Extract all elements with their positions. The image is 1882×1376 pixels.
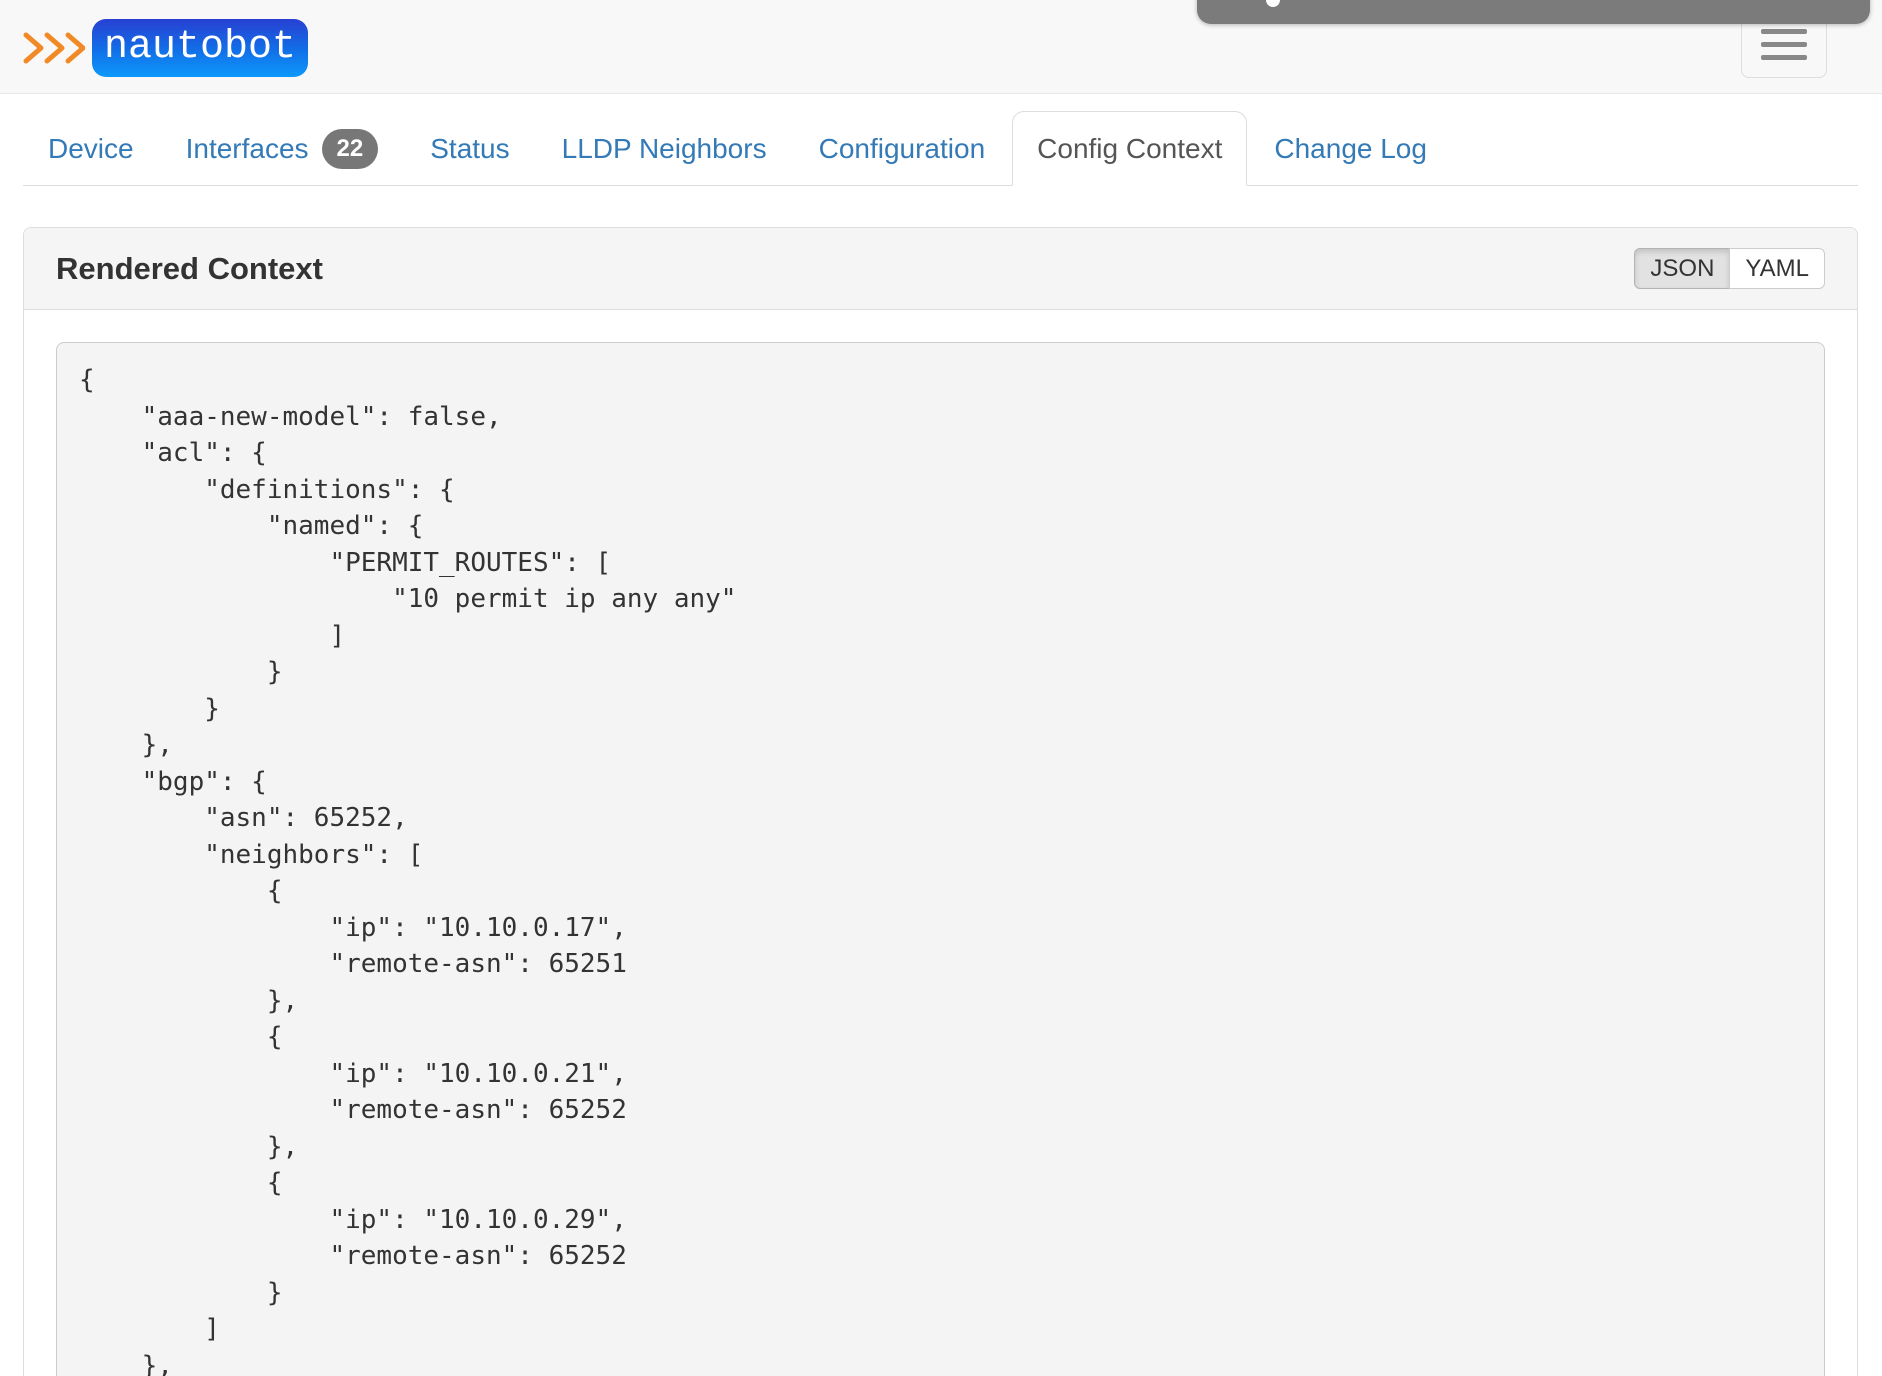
panel-heading: Rendered Context JSON YAML (24, 228, 1857, 310)
tab-label: Change Log (1274, 128, 1427, 169)
toast-notification (1197, 0, 1870, 24)
tab-change-log[interactable]: Change Log (1249, 111, 1452, 186)
logo-chevrons-icon (23, 31, 85, 65)
panel-title: Rendered Context (56, 251, 323, 287)
toast-dot-icon (1266, 0, 1280, 7)
tab-label: Status (430, 128, 509, 169)
tab-label: LLDP Neighbors (562, 128, 767, 169)
interfaces-count-badge: 22 (322, 129, 379, 169)
tab-lldp-neighbors[interactable]: LLDP Neighbors (537, 111, 792, 186)
rendered-context-code: { "aaa-new-model": false, "acl": { "defi… (56, 342, 1825, 1376)
format-toggle-group: JSON YAML (1634, 248, 1825, 289)
device-tabs: Device Interfaces 22 Status LLDP Neighbor… (23, 111, 1858, 186)
tab-label: Config Context (1037, 128, 1222, 169)
rendered-context-panel: Rendered Context JSON YAML { "aaa-new-mo… (23, 227, 1858, 1376)
hamburger-icon (1761, 29, 1807, 34)
nautobot-logo[interactable]: nautobot (23, 19, 308, 77)
tab-config-context[interactable]: Config Context (1012, 111, 1247, 186)
tab-device[interactable]: Device (23, 111, 159, 186)
logo-wordmark: nautobot (92, 19, 308, 77)
tab-label: Device (48, 128, 134, 169)
navbar: nautobot (0, 0, 1882, 94)
yaml-format-button[interactable]: YAML (1729, 248, 1825, 289)
hamburger-icon (1761, 55, 1807, 60)
tab-interfaces[interactable]: Interfaces 22 (161, 111, 404, 186)
tab-configuration[interactable]: Configuration (794, 111, 1011, 186)
hamburger-icon (1761, 42, 1807, 47)
tab-label: Configuration (819, 128, 986, 169)
json-format-button[interactable]: JSON (1634, 248, 1730, 289)
panel-body: { "aaa-new-model": false, "acl": { "defi… (24, 310, 1857, 1376)
tab-label: Interfaces (186, 128, 309, 169)
tab-status[interactable]: Status (405, 111, 534, 186)
